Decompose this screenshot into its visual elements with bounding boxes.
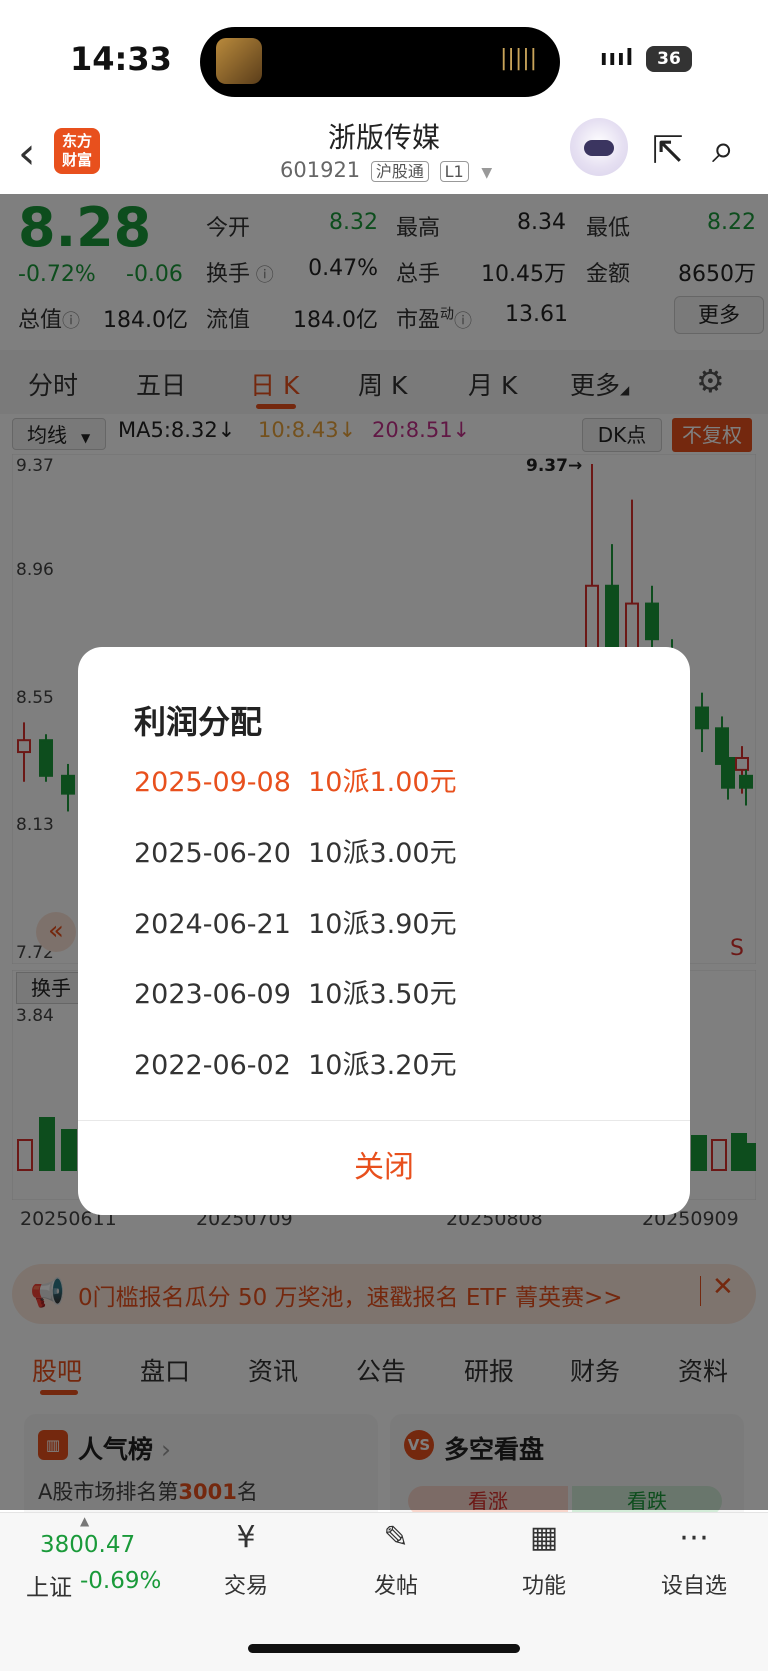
home-indicator[interactable] [248, 1644, 520, 1653]
dropdown-icon[interactable]: ▼ [481, 165, 492, 181]
audio-wave-icon: ||||| [500, 46, 538, 71]
more-circle-icon[interactable]: ⋯ [674, 1520, 714, 1560]
battery-icon: 36 [646, 46, 692, 72]
dialog-title: 利润分配 [134, 703, 263, 741]
robot-face-icon [584, 140, 614, 156]
status-time: 14:33 [70, 40, 172, 78]
close-button[interactable]: 关闭 [78, 1120, 690, 1215]
dividend-row: 2023-06-09 10派3.50元 [134, 979, 457, 1010]
dividend-row: 2024-06-21 10派3.90元 [134, 909, 457, 940]
nav-functions[interactable]: 功能 [499, 1568, 589, 1600]
nav-post[interactable]: 发帖 [351, 1568, 441, 1600]
caret-up-icon: ▲ [80, 1514, 90, 1528]
functions-icon[interactable]: ▦ [524, 1520, 564, 1560]
signal-icon: ıııl [600, 46, 635, 71]
nav-watchlist[interactable]: 设自选 [649, 1568, 739, 1600]
search-icon[interactable]: ⌕ [712, 126, 734, 172]
index-value[interactable]: 3800.47 [40, 1532, 135, 1558]
stock-code: 601921 [280, 158, 361, 182]
dividend-row: 2025-09-08 10派1.00元 [134, 767, 457, 798]
share-icon[interactable]: ⇱ [652, 128, 684, 172]
dividend-row: 2025-06-20 10派3.00元 [134, 838, 457, 869]
index-name: 上证 [26, 1575, 72, 1601]
index-change: -0.69% [80, 1568, 162, 1594]
dividend-row: 2022-06-02 10派3.20元 [134, 1050, 457, 1081]
post-icon[interactable]: ✎ [376, 1520, 416, 1560]
trade-icon[interactable]: ¥ [226, 1520, 266, 1560]
tag-level: L1 [439, 161, 469, 182]
album-art-icon [216, 38, 262, 84]
stock-code-row[interactable]: 601921 沪股通 L1 ▼ [280, 158, 492, 182]
nav-trade[interactable]: 交易 [201, 1568, 291, 1600]
tag-hk-connect: 沪股通 [370, 161, 429, 182]
